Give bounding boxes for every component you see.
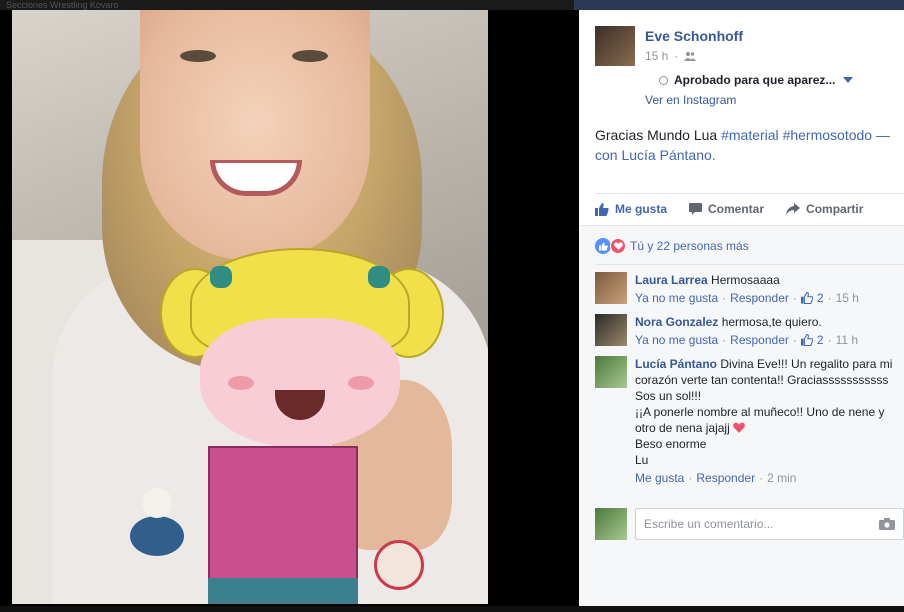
comment-body: Lucía Pántano Divina Eve!!! Un regalito … [635,356,904,486]
caption-period: . [711,147,716,163]
comment-item: Nora Gonzalez hermosa,te quiero. Ya no m… [595,314,904,348]
comment-input-placeholder: Escribe un comentario... [644,517,774,531]
reply-link[interactable]: Responder [730,290,789,306]
toy-head [142,488,172,518]
radio-icon [659,75,668,85]
comment-body: Laura Larrea Hermosaaaa Ya no me gusta ·… [635,272,904,306]
top-strip-right [574,0,904,10]
like-button[interactable]: Me gusta [595,202,667,216]
meta-separator: · [674,49,679,63]
like-label: Me gusta [615,202,668,216]
approval-label: Aprobado para que aparez... [674,73,836,87]
photo-toy-2 [374,540,424,590]
comment-time[interactable]: 11 h [836,332,858,348]
post-sidebar: Eve Schonhoff 15 h · Aprobado para que a… [579,10,904,606]
doll-hairtie-right [368,266,390,288]
friends-privacy-icon[interactable] [684,51,697,61]
view-on-instagram-link[interactable]: Ver en Instagram [645,93,736,107]
photo-smile [210,160,302,196]
share-label: Compartir [806,202,864,216]
hashtag-hermosotodo[interactable]: #hermosotodo [783,127,873,143]
comment-body: Nora Gonzalez hermosa,te quiero. Ya no m… [635,314,904,348]
thumbs-up-icon [800,334,813,346]
post-photo[interactable] [12,10,488,604]
commenter-avatar[interactable] [595,272,627,304]
comment-item: Laura Larrea Hermosaaaa Ya no me gusta ·… [595,272,904,306]
photo-viewer: Secciones Wrestling Kovaro Eve Schonhoff… [0,0,904,612]
approval-status[interactable]: Aprobado para que aparez... [659,73,854,87]
share-icon [786,203,801,215]
love-reaction-icon [610,238,626,254]
post-meta: 15 h · [645,49,697,63]
reply-link[interactable]: Responder [730,332,789,348]
unlike-link[interactable]: Ya no me gusta [635,332,718,348]
photo-face [140,10,370,260]
comment-button[interactable]: Comentar [689,202,764,216]
current-user-avatar [595,508,627,540]
reply-link[interactable]: Responder [696,470,755,486]
comment-like-count[interactable]: 2 [817,332,824,348]
comment-composer: Escribe un comentario... [595,508,904,540]
photo-eye-right [292,50,328,62]
comment-author[interactable]: Lucía Pántano [635,357,717,371]
heart-icon [733,422,745,433]
comment-text-line5: Lu [635,453,649,467]
doll-mouth [275,390,325,420]
bottom-strip [0,606,904,612]
share-button[interactable]: Compartir [786,202,863,216]
action-bar: Me gusta Comentar Compartir [595,200,904,218]
chevron-down-icon[interactable] [843,77,854,83]
comment-text: Hermosaaaa [711,273,780,287]
comments-area: Tú y 22 personas más Laura Larrea Hermos… [579,225,904,606]
post-time[interactable]: 15 h [645,49,668,63]
photo-eye-left [180,50,216,62]
caption-text: Gracias Mundo Lua [595,127,722,143]
thumbs-up-icon [800,292,813,304]
reactions-summary[interactable]: Tú y 22 personas más [595,238,749,254]
commenter-avatar[interactable] [595,314,627,346]
comment-author[interactable]: Laura Larrea [635,273,708,287]
top-strip-text: Secciones Wrestling Kovaro [6,0,119,10]
like-link[interactable]: Me gusta [635,470,684,486]
comment-text-line2: Sos un sol!!! [635,389,702,403]
divider [595,264,904,265]
comment-author[interactable]: Nora Gonzalez [635,315,718,329]
camera-icon[interactable] [879,518,895,530]
tagged-person[interactable]: Lucía Pántano [621,147,711,163]
doll-face [200,318,400,448]
photo-toy [130,488,184,558]
doll-pants [208,578,358,604]
reactions-text: Tú y 22 personas más [630,239,749,253]
post-author[interactable]: Eve Schonhoff [645,28,743,44]
with-label: con [595,147,622,163]
unlike-link[interactable]: Ya no me gusta [635,290,718,306]
hashtag-material[interactable]: #material [721,127,779,143]
doll-cheek-left [228,376,254,390]
comment-text: hermosa,te quiero. [721,315,822,329]
post-caption: Gracias Mundo Lua #material #hermosotodo… [595,125,900,165]
comment-label: Comentar [708,202,765,216]
divider [595,193,904,194]
thumbs-up-icon [595,202,609,216]
comment-text-line4: Beso enorme [635,437,707,451]
comment-meta: Me gusta · Responder · 2 min [635,470,797,486]
comment-time[interactable]: 2 min [767,470,796,486]
author-avatar[interactable] [595,26,635,66]
comment-text-line3: ¡¡A ponerle nombre al muñeco!! Uno de ne… [635,405,885,435]
comment-time[interactable]: 15 h [836,290,859,306]
comment-meta: Ya no me gusta · Responder · 2 · 15 h [635,290,859,306]
commenter-avatar[interactable] [595,356,627,388]
toy-base [130,516,184,556]
comment-meta: Ya no me gusta · Responder · 2 · 11 h [635,332,859,348]
comment-like-count[interactable]: 2 [817,290,824,306]
like-reaction-icon [595,238,611,254]
caption-dash: — [872,127,890,143]
comment-item: Lucía Pántano Divina Eve!!! Un regalito … [595,356,904,486]
comment-icon [689,203,703,215]
doll-cheek-right [348,376,374,390]
doll-hairtie-left [210,266,232,288]
comment-input[interactable]: Escribe un comentario... [635,508,904,540]
